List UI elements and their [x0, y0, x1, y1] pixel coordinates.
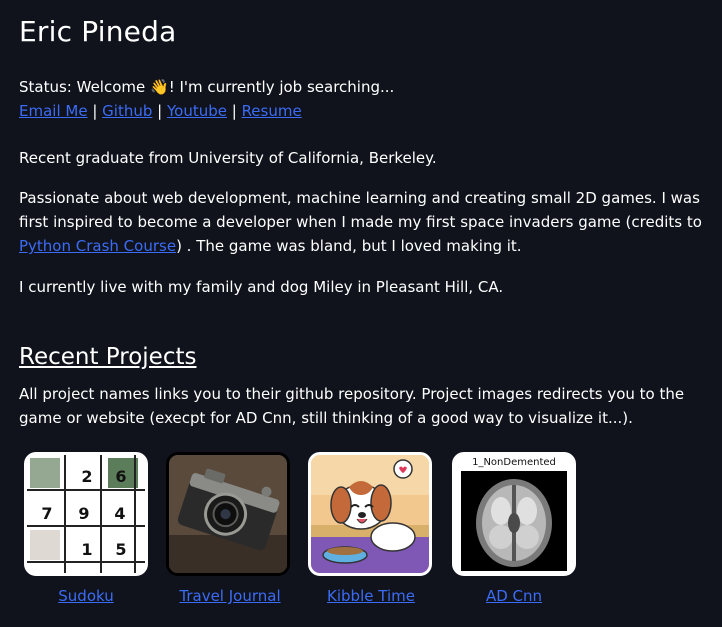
sudoku-grid-line — [64, 455, 66, 573]
wave-icon: 👋 — [150, 78, 169, 96]
sudoku-cell: 7 — [41, 503, 53, 523]
link-separator: | — [226, 102, 242, 120]
camera-icon — [169, 455, 287, 573]
sudoku-cell: 6 — [115, 466, 127, 486]
resume-link[interactable]: Resume — [242, 102, 302, 120]
sudoku-shaded-cell — [30, 530, 60, 560]
travel-journal-link[interactable]: Travel Journal — [166, 586, 294, 606]
sudoku-cell: 9 — [78, 503, 90, 523]
projects-heading: Recent Projects — [19, 344, 197, 370]
projects-description: All project names links you to their git… — [19, 385, 685, 427]
contact-links: Email Me | Github | Youtube | Resume — [19, 99, 302, 123]
status-suffix: ! I'm currently job searching... — [168, 78, 395, 96]
bio-passion-end: ) . The game was bland, but I loved maki… — [176, 237, 522, 255]
sudoku-shaded-cell — [30, 458, 60, 488]
travel-journal-image[interactable] — [166, 452, 290, 576]
link-separator: | — [87, 102, 103, 120]
youtube-link[interactable]: Youtube — [167, 102, 227, 120]
ad-cnn-link[interactable]: AD Cnn — [452, 586, 576, 606]
sudoku-cell: 4 — [114, 503, 126, 523]
kibble-time-image[interactable] — [308, 452, 432, 576]
sudoku-cell: 2 — [81, 466, 93, 486]
python-crash-course-link[interactable]: Python Crash Course — [19, 237, 176, 255]
ad-cnn-image-caption: 1_NonDemented — [472, 457, 556, 468]
github-link[interactable]: Github — [102, 102, 152, 120]
kibble-time-link[interactable]: Kibble Time — [308, 586, 434, 606]
link-separator: | — [152, 102, 167, 120]
status-prefix: Status: Welcome — [19, 78, 151, 96]
sudoku-link[interactable]: Sudoku — [24, 586, 148, 606]
email-link[interactable]: Email Me — [19, 102, 88, 120]
sudoku-cell: 1 — [81, 539, 93, 559]
status-line: Status: Welcome 👋! I'm currently job sea… — [19, 75, 394, 99]
bio-education: Recent graduate from University of Calif… — [19, 149, 437, 167]
dog-icon — [311, 455, 429, 573]
bio-passion: Passionate about web development, machin… — [19, 186, 709, 258]
sudoku-cell: 5 — [115, 539, 127, 559]
bio-passion-text: Passionate about web development, machin… — [19, 189, 702, 231]
bio-location: I currently live with my family and dog … — [19, 278, 504, 296]
sudoku-image[interactable]: 2 6 7 9 4 1 5 — [24, 452, 148, 576]
page-title: Eric Pineda — [19, 15, 177, 48]
brain-scan-icon — [461, 471, 567, 571]
ad-cnn-image[interactable]: 1_NonDemented — [452, 452, 576, 576]
